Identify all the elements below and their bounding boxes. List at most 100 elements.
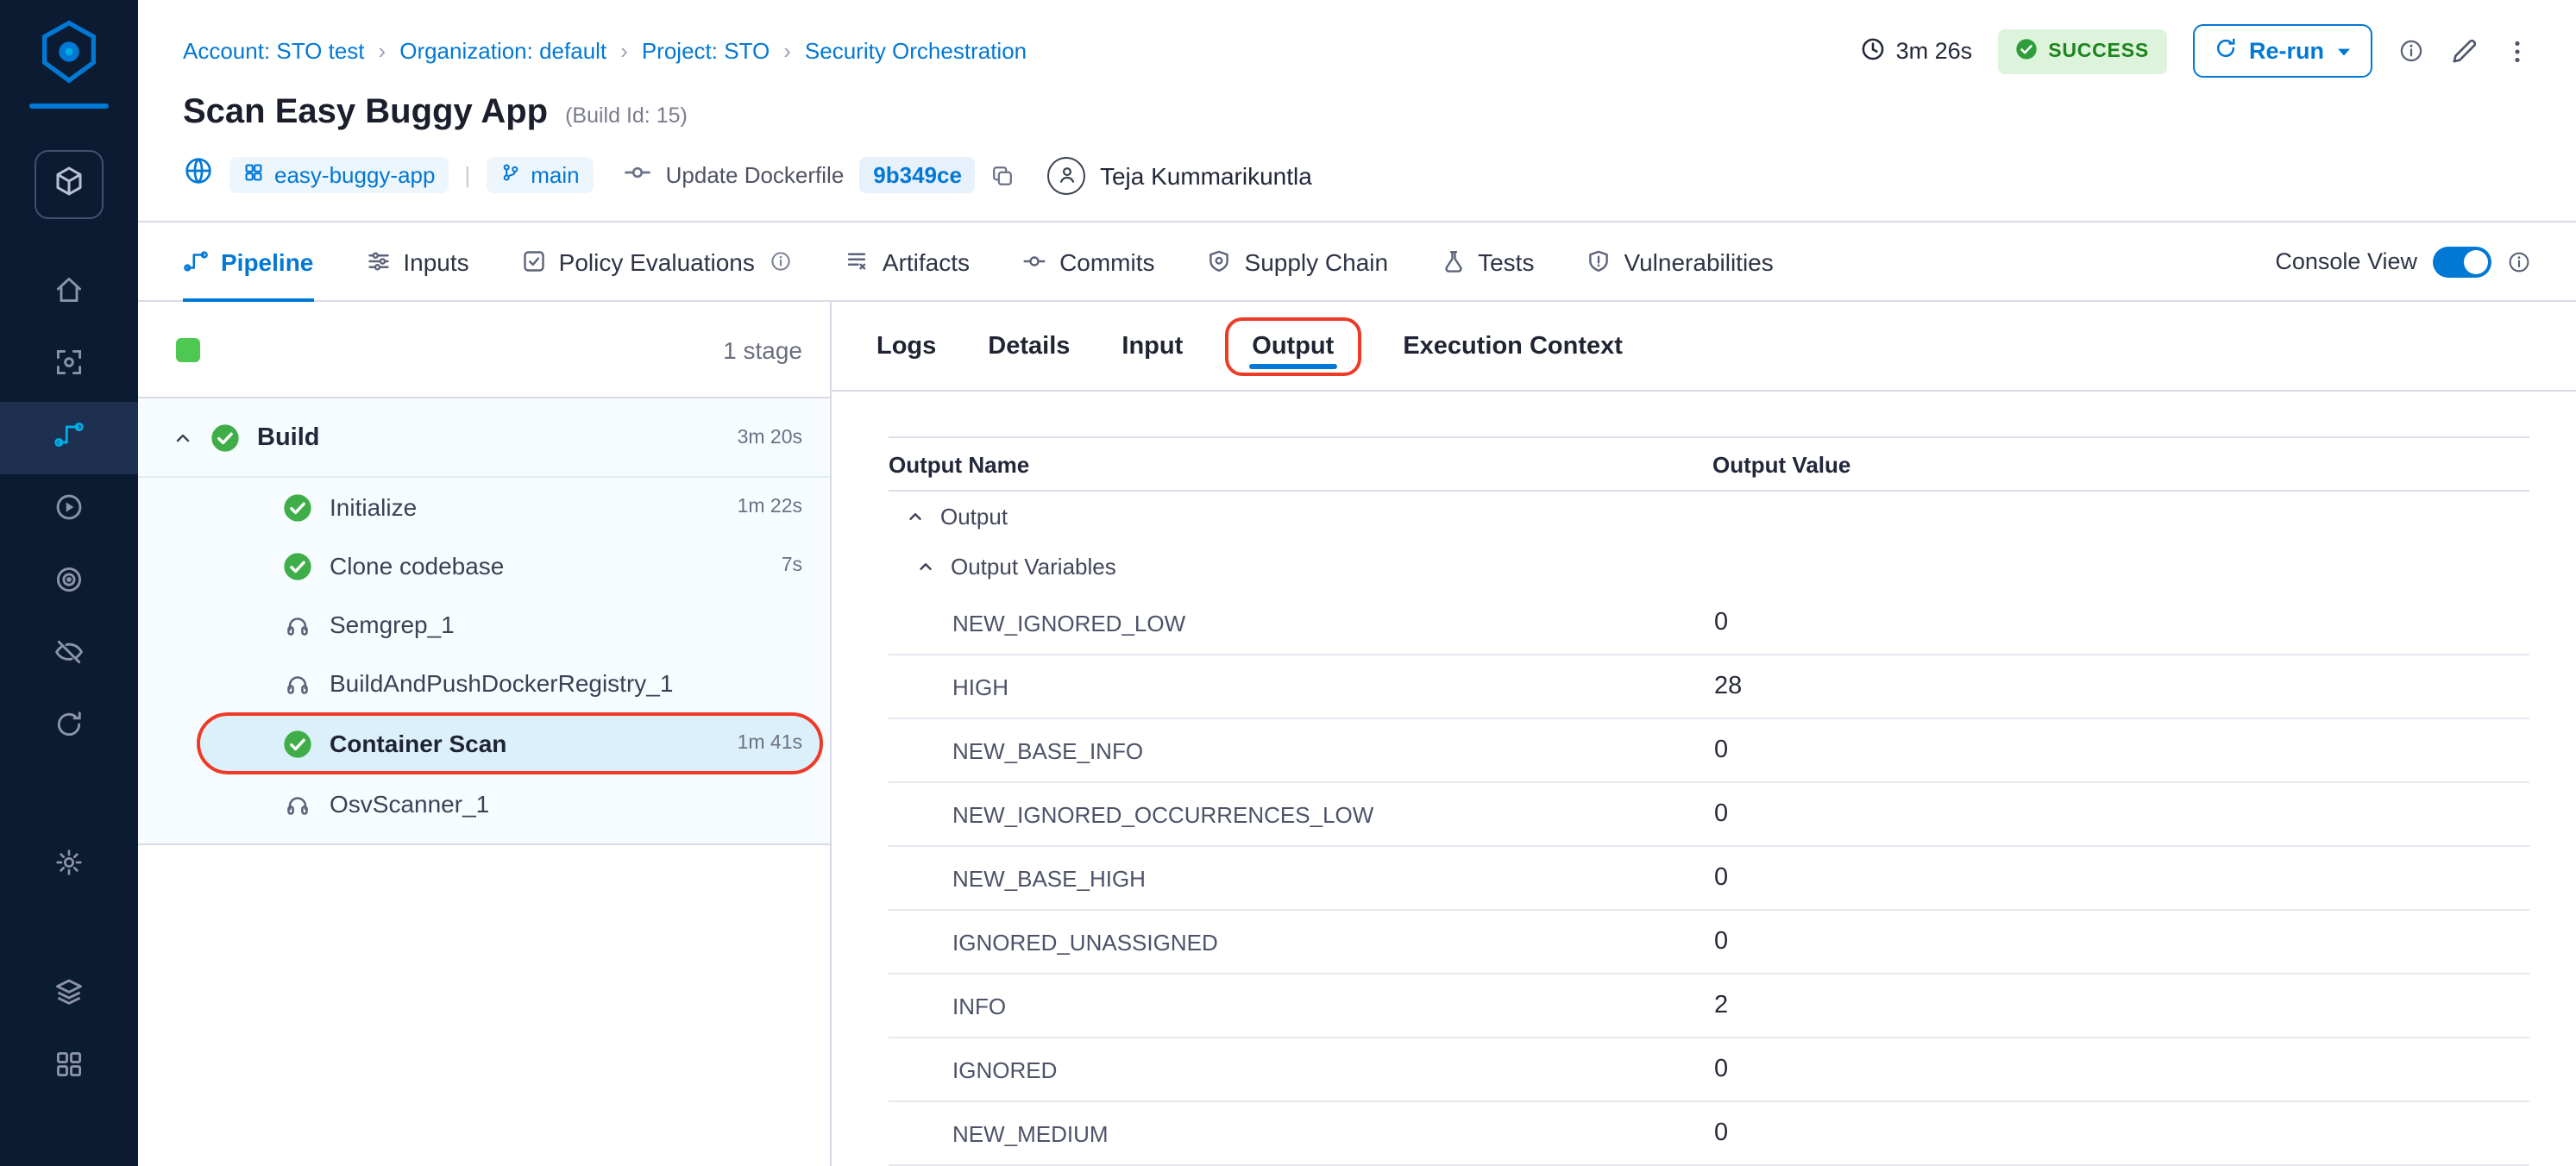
- output-value: 0: [1709, 737, 2529, 764]
- stage-label: Build: [257, 423, 720, 451]
- title-row: Scan Easy Buggy App (Build Id: 15): [138, 78, 2576, 133]
- status-badge: SUCCESS: [1998, 28, 2166, 73]
- info-icon[interactable]: [2398, 38, 2424, 64]
- tab-policy-evaluations[interactable]: Policy Evaluations: [521, 223, 793, 300]
- breadcrumb-separator: ›: [379, 38, 386, 64]
- edit-pencil-icon[interactable]: [2450, 37, 2478, 65]
- step-row-build-and-push[interactable]: BuildAndPushDockerRegistry_1: [138, 654, 830, 712]
- table-row: HIGH 28: [889, 655, 2529, 719]
- tab-label: Policy Evaluations: [559, 248, 755, 275]
- content-split: 1 stage Build 3m 20s Initialize 1m 22s: [138, 302, 2576, 1166]
- rerun-refresh-icon: [2213, 36, 2237, 66]
- step-row-clone-codebase[interactable]: Clone codebase 7s: [138, 536, 830, 595]
- execution-tabbar: Pipeline Inputs Policy Evaluations Artif…: [138, 223, 2576, 302]
- headset-icon: [283, 670, 312, 696]
- artifacts-tab-icon: [845, 248, 870, 274]
- output-name: NEW_IGNORED_LOW: [889, 610, 1709, 636]
- tab-artifacts[interactable]: Artifacts: [845, 223, 970, 300]
- branch-badge[interactable]: main: [486, 157, 593, 193]
- policy-tab-icon: [521, 248, 547, 274]
- commit-sha-badge[interactable]: 9b349ce: [859, 157, 976, 193]
- tab-inputs[interactable]: Inputs: [365, 223, 468, 300]
- harness-logo[interactable]: [29, 17, 109, 109]
- group-row-output[interactable]: Output: [889, 492, 2529, 542]
- tab-tests[interactable]: Tests: [1440, 223, 1534, 300]
- git-branch-icon: [499, 162, 520, 188]
- column-output-value: Output Value: [1709, 451, 2529, 477]
- tab-commits[interactable]: Commits: [1021, 223, 1154, 300]
- table-row: NEW_IGNORED_OCCURRENCES_LOW 0: [889, 783, 2529, 847]
- console-info-icon[interactable]: [2507, 249, 2531, 273]
- tab-supply-chain[interactable]: Supply Chain: [1207, 223, 1389, 300]
- tab-input[interactable]: Input: [1122, 332, 1183, 360]
- sidebar-item-settings[interactable]: [0, 830, 138, 902]
- table-row: NEW_MEDIUM 0: [889, 1102, 2529, 1166]
- step-duration: 1m 22s: [738, 497, 802, 517]
- chevron-up-icon[interactable]: [906, 507, 925, 526]
- step-row-semgrep[interactable]: Semgrep_1: [138, 595, 830, 654]
- policy-info-icon[interactable]: [770, 250, 793, 273]
- sidebar-item-pipelines[interactable]: [0, 402, 138, 474]
- meta-divider: |: [464, 162, 470, 188]
- top-bar: Account: STO test › Organization: defaul…: [138, 0, 2576, 78]
- tab-pipeline[interactable]: Pipeline: [183, 223, 313, 300]
- sidebar-item-modules[interactable]: [0, 959, 138, 1031]
- stage-row-build[interactable]: Build 3m 20s: [138, 398, 830, 478]
- module-cube-icon: [52, 163, 86, 206]
- sidebar-item-executions[interactable]: [0, 474, 138, 547]
- success-check-icon: [283, 729, 312, 758]
- sidebar-item-builds[interactable]: [0, 329, 138, 402]
- group-label: Output: [940, 504, 1008, 530]
- target-icon: [53, 563, 85, 603]
- copy-icon[interactable]: [991, 163, 1015, 187]
- step-row-initialize[interactable]: Initialize 1m 22s: [138, 478, 830, 536]
- output-name: NEW_BASE_HIGH: [889, 865, 1709, 891]
- tab-vulnerabilities[interactable]: Vulnerabilities: [1586, 223, 1773, 300]
- step-label: Semgrep_1: [330, 611, 785, 638]
- breadcrumb-module[interactable]: Security Orchestration: [805, 38, 1027, 64]
- breadcrumb-account[interactable]: Account: STO test: [183, 38, 365, 64]
- output-name: NEW_MEDIUM: [889, 1120, 1709, 1146]
- sidebar-item-deployments[interactable]: [0, 547, 138, 619]
- sidebar-item-apps[interactable]: [0, 1031, 138, 1104]
- module-selector[interactable]: [35, 150, 104, 219]
- page-title: Scan Easy Buggy App: [183, 93, 548, 133]
- headset-icon: [283, 791, 312, 817]
- step-duration: 7s: [782, 555, 802, 576]
- commit-sha-text: 9b349ce: [873, 162, 962, 188]
- console-view-toggle[interactable]: [2433, 246, 2491, 277]
- tests-tab-icon: [1440, 248, 1466, 274]
- tab-output[interactable]: Output: [1224, 317, 1361, 375]
- sidebar-item-gitops[interactable]: [0, 692, 138, 764]
- sidebar-item-hidden[interactable]: [0, 619, 138, 692]
- breadcrumb-organization[interactable]: Organization: default: [399, 38, 606, 64]
- console-view-control: Console View: [2275, 246, 2531, 277]
- output-name: HIGH: [889, 674, 1709, 699]
- chevron-up-icon[interactable]: [916, 557, 935, 576]
- author-name: Teja Kummarikuntla: [1100, 161, 1312, 189]
- kebab-menu-icon[interactable]: [2504, 37, 2531, 65]
- output-value: 0: [1709, 609, 2529, 636]
- eye-off-icon: [53, 636, 85, 675]
- clock-icon: [1860, 35, 1886, 66]
- repo-badge[interactable]: easy-buggy-app: [229, 157, 449, 193]
- tab-label: Tests: [1478, 248, 1534, 275]
- tab-label: Pipeline: [221, 248, 313, 275]
- breadcrumb-project[interactable]: Project: STO: [642, 38, 770, 64]
- tab-logs[interactable]: Logs: [876, 332, 936, 360]
- step-row-osv-scanner[interactable]: OsvScanner_1: [138, 774, 830, 833]
- stage-duration: 3m 20s: [738, 427, 802, 448]
- sidebar-item-home[interactable]: [0, 257, 138, 329]
- stage-panel: 1 stage Build 3m 20s Initialize 1m 22s: [138, 302, 832, 1166]
- stage-panel-header: 1 stage: [138, 302, 830, 398]
- tab-execution-context[interactable]: Execution Context: [1403, 332, 1623, 360]
- step-row-container-scan[interactable]: Container Scan 1m 41s: [138, 712, 830, 774]
- output-name: NEW_BASE_INFO: [889, 737, 1709, 763]
- group-row-output-variables[interactable]: Output Variables: [889, 542, 2529, 592]
- chevron-up-icon[interactable]: [173, 427, 193, 448]
- main-area: Account: STO test › Organization: defaul…: [138, 0, 2576, 1166]
- stage-count: 1 stage: [723, 335, 802, 363]
- rerun-button[interactable]: Re-run: [2192, 24, 2372, 78]
- tab-details[interactable]: Details: [988, 332, 1070, 360]
- tab-label: Artifacts: [883, 248, 970, 275]
